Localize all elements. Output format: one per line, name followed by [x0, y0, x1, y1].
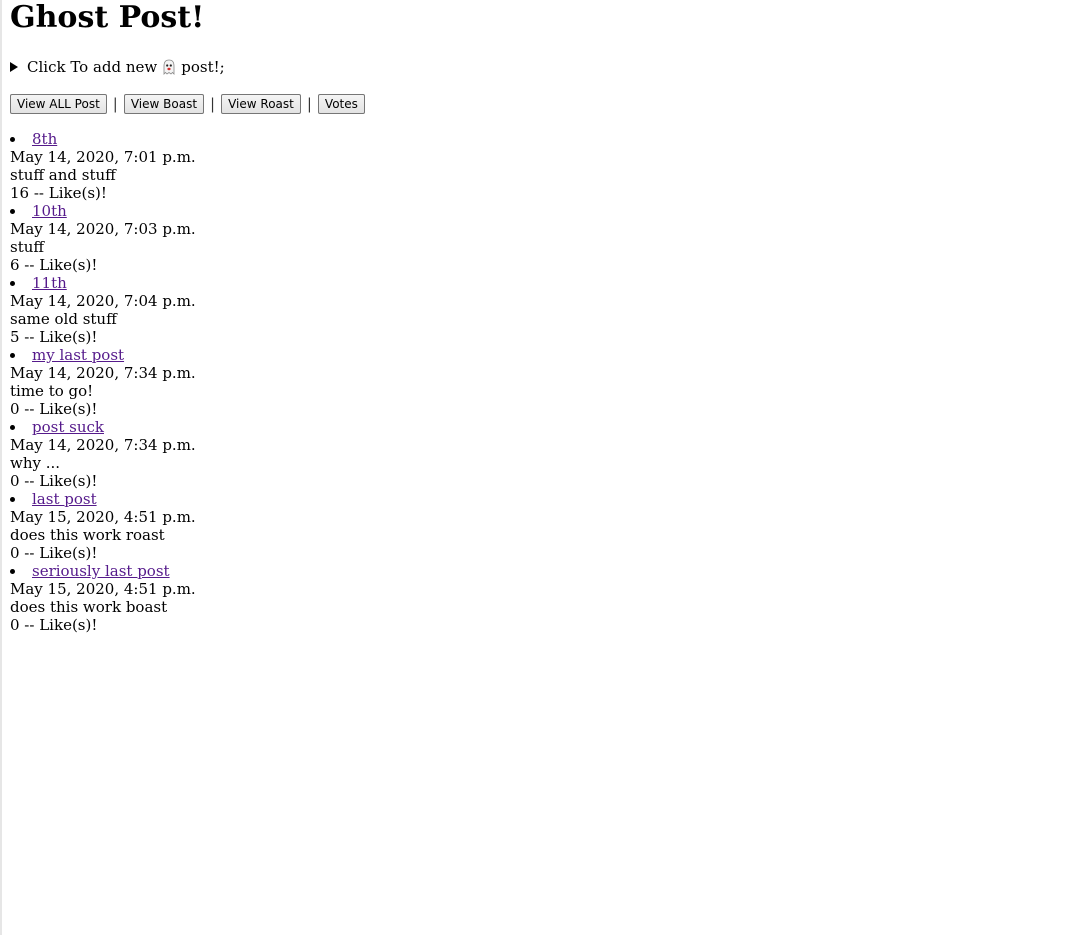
add-post-text-before: Click To add new — [27, 58, 158, 76]
view-roast-button[interactable]: View Roast — [221, 94, 301, 114]
view-boast-button[interactable]: View Boast — [123, 94, 205, 114]
post-title-link[interactable]: 11th — [32, 274, 67, 292]
post-title-line: last post — [10, 490, 1070, 508]
post-title-line: my last post — [10, 346, 1070, 364]
post-list-item: last post May 15, 2020, 4:51 p.m. does t… — [10, 490, 1070, 562]
post-likes: 5 -- Like(s)! — [10, 328, 98, 346]
add-post-disclosure[interactable]: Click To add new post!; — [10, 58, 1070, 76]
page-content: Ghost Post! Click To add new post!; View… — [10, 0, 1070, 634]
post-body: stuff — [10, 238, 45, 256]
post-date: May 14, 2020, 7:03 p.m. — [10, 220, 196, 238]
nav-separator: | — [112, 95, 118, 113]
page-title: Ghost Post! — [10, 0, 205, 35]
disclosure-triangle-icon[interactable] — [10, 62, 18, 72]
post-body: why ... — [10, 454, 61, 472]
post-likes: 0 -- Like(s)! — [10, 616, 98, 634]
post-date: May 15, 2020, 4:51 p.m. — [10, 508, 196, 526]
post-likes: 0 -- Like(s)! — [10, 400, 98, 418]
post-list-item: my last post May 14, 2020, 7:34 p.m. tim… — [10, 346, 1070, 418]
bullet-icon — [10, 569, 15, 574]
bullet-icon — [10, 137, 15, 142]
post-list-item: 10th May 14, 2020, 7:03 p.m. stuff 6 -- … — [10, 202, 1070, 274]
post-title-link[interactable]: 10th — [32, 202, 67, 220]
bullet-icon — [10, 281, 15, 286]
post-title-line: 8th — [10, 130, 1070, 148]
post-title-link[interactable]: last post — [32, 490, 97, 508]
post-date: May 14, 2020, 7:34 p.m. — [10, 436, 196, 454]
post-list-item: seriously last post May 15, 2020, 4:51 p… — [10, 562, 1070, 634]
bullet-icon — [10, 425, 15, 430]
post-title-link[interactable]: seriously last post — [32, 562, 170, 580]
post-date: May 14, 2020, 7:01 p.m. — [10, 148, 196, 166]
post-title-line: seriously last post — [10, 562, 1070, 580]
post-likes: 6 -- Like(s)! — [10, 256, 98, 274]
post-body: same old stuff — [10, 310, 117, 328]
post-list-item: 8th May 14, 2020, 7:01 p.m. stuff and st… — [10, 130, 1070, 202]
post-date: May 14, 2020, 7:34 p.m. — [10, 364, 196, 382]
post-body: does this work roast — [10, 526, 165, 544]
post-title-link[interactable]: my last post — [32, 346, 124, 364]
post-date: May 15, 2020, 4:51 p.m. — [10, 580, 196, 598]
post-likes: 16 -- Like(s)! — [10, 184, 107, 202]
post-body: does this work boast — [10, 598, 168, 616]
post-list: 8th May 14, 2020, 7:01 p.m. stuff and st… — [10, 130, 1070, 634]
post-date: May 14, 2020, 7:04 p.m. — [10, 292, 196, 310]
post-title-link[interactable]: 8th — [32, 130, 57, 148]
add-post-text-after: post!; — [181, 58, 225, 76]
post-list-item: 11th May 14, 2020, 7:04 p.m. same old st… — [10, 274, 1070, 346]
nav-separator: | — [210, 95, 216, 113]
view-all-posts-button[interactable]: View ALL Post — [10, 94, 107, 114]
bullet-icon — [10, 497, 15, 502]
ghost-icon — [163, 59, 175, 75]
post-likes: 0 -- Like(s)! — [10, 472, 98, 490]
post-title-link[interactable]: post suck — [32, 418, 104, 436]
bullet-icon — [10, 209, 15, 214]
post-title-line: 10th — [10, 202, 1070, 220]
post-body: time to go! — [10, 382, 94, 400]
post-list-item: post suck May 14, 2020, 7:34 p.m. why ..… — [10, 418, 1070, 490]
page-left-border — [0, 0, 2, 935]
post-likes: 0 -- Like(s)! — [10, 544, 98, 562]
bullet-icon — [10, 353, 15, 358]
post-title-line: 11th — [10, 274, 1070, 292]
nav-separator: | — [306, 95, 312, 113]
post-filter-nav: View ALL Post | View Boast | View Roast … — [10, 94, 1070, 114]
votes-button[interactable]: Votes — [317, 94, 365, 114]
post-title-line: post suck — [10, 418, 1070, 436]
post-body: stuff and stuff — [10, 166, 116, 184]
